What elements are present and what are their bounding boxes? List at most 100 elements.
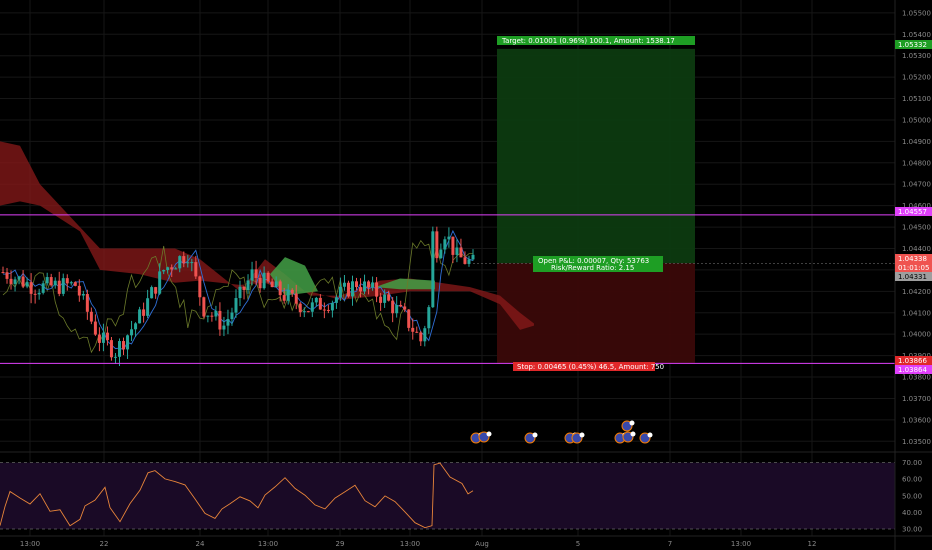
price-axis-label: 1.05500 [902,9,931,17]
candle-body [391,300,395,314]
candle-body [81,293,85,296]
candle-body [246,280,250,291]
candle-body [13,279,17,284]
candle-body [415,331,419,333]
candle-body [359,287,363,292]
candle-body [162,270,166,272]
candle-body [21,276,25,287]
price-tag-stop-text: 1.03866 [898,357,927,365]
price-axis-label: 1.05300 [902,52,931,60]
target-label[interactable]: Target: 0.01001 (0.96%) 100.1, Amount: 1… [497,36,695,45]
position-zones[interactable] [497,48,695,363]
candle-body [407,309,411,328]
price-tag-last: 1.04338 [895,254,932,263]
candle-body [363,281,367,292]
candle-body [61,278,65,294]
candle-body [85,293,89,312]
price-axis-label: 1.05400 [902,31,931,39]
price-tag-upper-line: 1.04557 [895,207,932,216]
price-axis-label: 1.05200 [902,74,931,82]
profit-zone [497,48,695,264]
stop-label[interactable]: Stop: 0.00465 (0.45%) 46.5, Amount: 750 [513,362,664,371]
candle-body [37,292,41,295]
candle-body [463,257,467,264]
candle-body [419,332,423,342]
rsi-axis-label: 50.00 [902,492,922,500]
candle-body [5,272,9,279]
candle-body [198,276,202,298]
candle-body [250,269,254,281]
price-axis-label: 1.04400 [902,245,931,253]
candle-body [202,297,206,317]
event-badge [647,432,653,438]
candle-body [435,231,439,259]
candle-body [17,276,21,280]
stop-label-text: Stop: 0.00465 (0.45%) 46.5, Amount: 750 [517,363,664,371]
candle-body [214,310,218,317]
candle-body [298,303,302,313]
candle-body [294,293,298,304]
candle-body [174,268,178,270]
candle-body [29,282,33,294]
candles [1,226,475,367]
candle-body [170,267,174,270]
event-badge [486,431,492,437]
candle-body [25,282,29,287]
candle-body [346,282,350,297]
candle-body [45,277,49,284]
candle-body [270,281,274,288]
price-tag-entry-text: 1.04331 [898,273,927,281]
trading-chart[interactable]: Target: 0.01001 (0.96%) 100.1, Amount: 1… [0,0,932,550]
price-axis-label: 1.04700 [902,181,931,189]
candle-body [9,278,13,284]
rsi-axis-label: 40.00 [902,509,922,517]
candle-body [142,309,146,316]
event-badge [532,432,538,438]
loss-zone [497,263,695,363]
candle-body [286,289,290,301]
candle-body [431,231,435,308]
candle-body [242,286,246,291]
time-axis[interactable]: 13:00 22 24 13:00 29 13:00 Aug 5 7 13:00 12 [0,535,932,548]
candle-body [190,262,194,264]
candle-body [322,309,326,311]
candle-body [93,321,97,335]
candle-body [443,239,447,250]
pnl-label[interactable]: Open P&L: 0.00007, Qty: 53763 Risk/Rewar… [533,256,663,272]
candle-body [113,356,117,358]
candle-body [69,282,73,284]
time-axis-label: Aug [475,540,489,548]
price-axis-label: 1.03800 [902,374,931,382]
target-label-text: Target: 0.01001 (0.96%) 100.1, Amount: 1… [501,37,675,45]
candle-body [290,289,294,294]
candle-body [342,282,346,287]
price-tag-stop: 1.03866 [895,356,932,365]
candle-body [427,307,431,329]
candle-body [367,281,371,288]
rsi-pane [0,451,932,530]
candle-body [274,281,278,288]
candle-body [355,281,359,288]
rsi-axis[interactable]: 70.00 60.00 50.00 40.00 30.00 [902,459,922,533]
rsi-axis-label: 60.00 [902,476,922,484]
candle-body [222,325,226,330]
candle-body [150,287,154,299]
candle-body [439,249,443,259]
candle-body [33,293,37,295]
candle-body [146,298,150,316]
price-axis-label: 1.05100 [902,95,931,103]
candle-body [467,259,471,264]
event-icons[interactable] [470,420,653,444]
candle-body [97,334,101,343]
time-axis-label: 13:00 [400,540,420,548]
price-axis-label: 1.03500 [902,438,931,446]
candle-body [122,341,126,350]
candle-body [447,236,451,240]
candle-body [282,295,286,301]
price-axis-label: 1.04100 [902,309,931,317]
candle-body [451,236,455,255]
rsi-axis-label: 70.00 [902,459,922,467]
time-axis-label: 24 [196,540,205,548]
chart-canvas[interactable]: Target: 0.01001 (0.96%) 100.1, Amount: 1… [0,0,932,550]
candle-body [73,282,77,286]
